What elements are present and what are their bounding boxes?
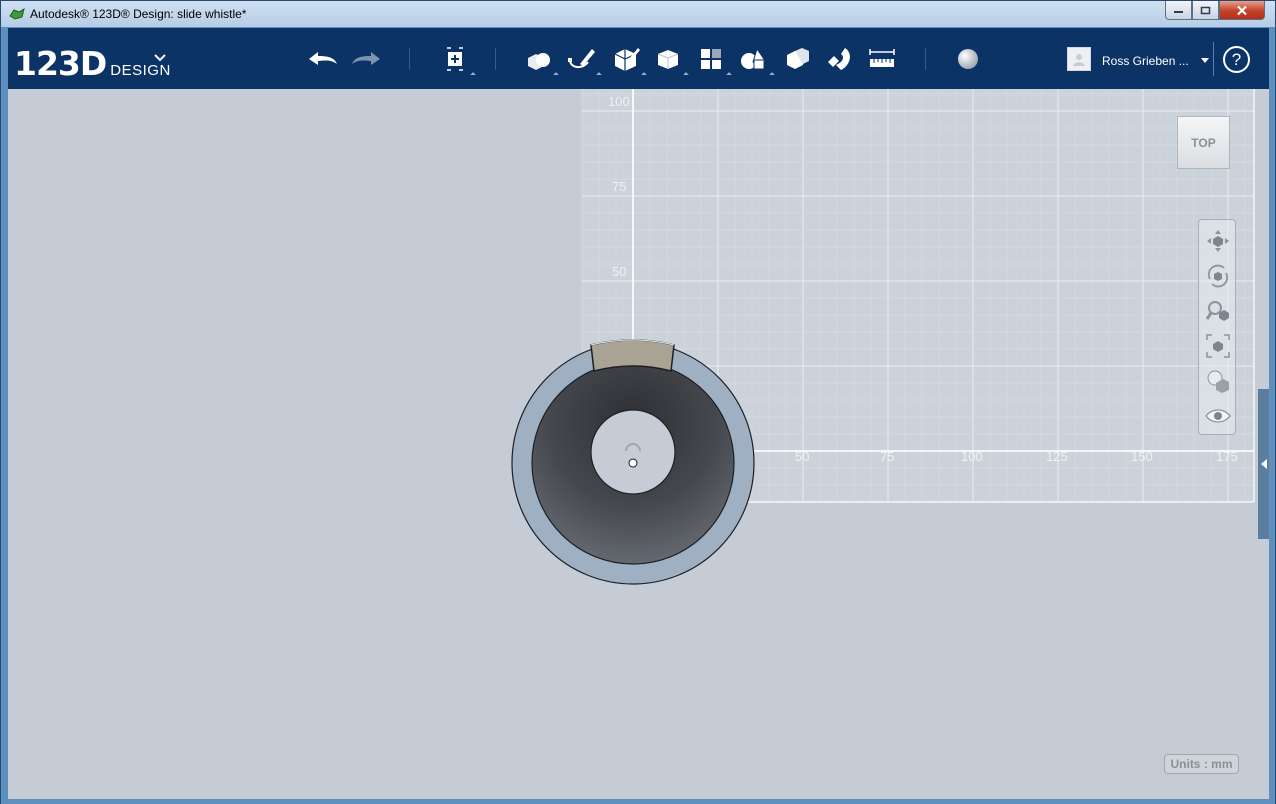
combine-icon [787,48,809,69]
zoom-button[interactable] [1203,296,1232,325]
caret-icon [769,72,775,78]
viewcube[interactable]: TOP [1177,116,1230,169]
toolbar-separator [409,48,410,70]
orbit-button[interactable] [1203,261,1232,290]
toolbar-separator [1213,42,1214,76]
view-mode-button[interactable] [1203,366,1232,395]
modify-icon [657,50,679,69]
caret-icon [683,72,689,78]
grid-label-x: 75 [880,449,894,464]
caret-icon [596,72,602,78]
material-button[interactable] [951,42,985,76]
chevron-down-icon[interactable] [154,54,166,62]
redo-icon [352,52,380,65]
units-badge[interactable]: Units : mm [1164,754,1239,774]
primitives-icon [528,53,550,70]
logo-subtext: DESIGN [110,62,171,79]
visibility-button[interactable] [1203,401,1232,430]
model-disc[interactable] [511,339,755,585]
close-button[interactable] [1219,1,1265,20]
title-bar[interactable]: Autodesk® 123D® Design: slide whistle* [1,1,1275,27]
maximize-button[interactable] [1192,1,1219,20]
snap-icon [828,48,850,70]
navigation-bar [1198,219,1236,435]
snap-button[interactable] [822,42,856,76]
3d-viewport[interactable]: 100 75 50 50 75 100 125 150 175 TOP Unit… [8,89,1269,799]
zoom-icon [1205,300,1229,321]
transform-button[interactable] [438,42,476,78]
close-icon [1237,5,1247,15]
view-mode-icon [1207,370,1229,393]
grid-label-y: 75 [612,179,626,194]
sketch-icon [568,49,595,68]
user-name[interactable]: Ross Grieben ... [1102,54,1189,68]
grid-label-y: 50 [612,264,626,279]
fit-icon [1205,333,1230,358]
measure-icon [869,49,895,67]
pattern-button[interactable] [694,42,732,78]
caret-icon [641,72,647,78]
user-icon [1073,54,1085,66]
pan-button[interactable] [1203,226,1232,255]
undo-button[interactable] [306,42,340,76]
measure-button[interactable] [865,42,899,76]
pattern-icon [701,49,721,69]
caret-icon [553,72,559,78]
grouping-icon [741,47,767,70]
toolbar-separator [925,48,926,70]
combine-button[interactable] [780,42,814,76]
avatar[interactable] [1067,47,1091,71]
material-icon [958,49,978,69]
construct-button[interactable] [609,42,647,78]
caret-icon [726,72,732,78]
caret-icon [470,72,476,78]
transform-icon [447,47,463,71]
primitives-button[interactable] [521,42,559,78]
toolbar-separator [495,48,496,70]
window-title: Autodesk® 123D® Design: slide whistle* [30,7,247,21]
modify-button[interactable] [651,42,689,78]
grid-label-x: 100 [961,449,983,464]
fit-button[interactable] [1203,331,1232,360]
help-button[interactable]: ? [1223,46,1250,73]
minimize-button[interactable] [1165,1,1192,20]
grid-label-y: 100 [608,94,630,109]
app-window: Autodesk® 123D® Design: slide whistle* 1… [0,0,1276,804]
minimize-icon [1174,11,1183,13]
app-menu-logo[interactable]: 123D DESIGN [14,44,171,83]
redo-button[interactable] [349,42,383,76]
grouping-button[interactable] [737,42,775,78]
help-label: ? [1231,49,1242,69]
grid-label-x: 50 [795,449,809,464]
grid-label-x: 175 [1216,449,1238,464]
viewcube-label: TOP [1191,135,1216,150]
visibility-eye-icon [1204,408,1231,423]
grid-label-x: 150 [1131,449,1153,464]
construct-icon [614,48,640,71]
app-icon [9,7,25,20]
user-menu-caret-icon[interactable] [1201,58,1209,63]
chevron-left-icon [1261,459,1267,469]
sketch-button[interactable] [564,42,602,78]
grid-label-x: 125 [1046,449,1068,464]
maximize-icon [1200,6,1211,14]
logo-text: 123D [14,44,107,83]
main-toolbar: 123D DESIGN Ross Grieben ... ? [8,28,1269,89]
units-label: Units : mm [1170,757,1233,771]
window-bottom-border [1,799,1275,804]
side-panel-toggle[interactable] [1259,444,1269,484]
pan-icon [1206,229,1229,252]
undo-icon [309,52,337,65]
orbit-icon [1207,264,1228,287]
workplane-grid: 100 75 50 50 75 100 125 150 175 [511,89,1255,585]
